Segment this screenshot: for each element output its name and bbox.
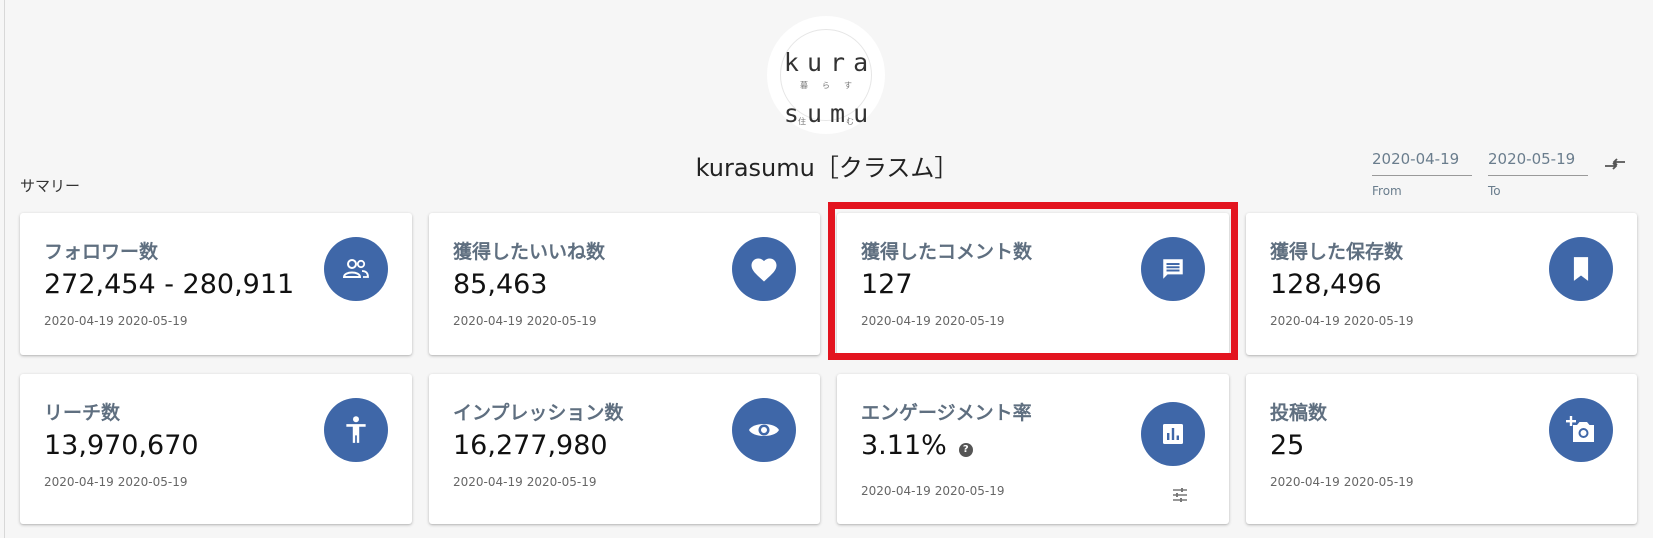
card-date-to: 2020-05-19 xyxy=(117,475,188,489)
posts-card[interactable]: 投稿数 25 2020-04-19 2020-05-19 xyxy=(1246,374,1637,524)
card-title: インプレッション数 xyxy=(453,402,624,424)
logo-char: a xyxy=(853,48,877,77)
logo-row-kurasu-kana: 暮 ら す xyxy=(767,80,885,91)
card-date-range: 2020-04-19 2020-05-19 xyxy=(453,314,597,328)
card-date-from: 2020-04-19 xyxy=(453,314,523,328)
saves-card[interactable]: 獲得した保存数 128,496 2020-04-19 2020-05-19 xyxy=(1246,213,1637,355)
date-to-label: To xyxy=(1488,184,1501,198)
accessibility-icon xyxy=(324,398,388,462)
logo-char: 暮 xyxy=(800,81,808,90)
card-date-range: 2020-04-19 2020-05-19 xyxy=(861,484,1005,498)
card-value: 3.11%? xyxy=(861,430,973,461)
card-date-from: 2020-04-19 xyxy=(44,314,114,328)
card-date-to: 2020-05-19 xyxy=(526,475,597,489)
card-date-range: 2020-04-19 2020-05-19 xyxy=(1270,314,1414,328)
logo-char: ら xyxy=(822,81,830,90)
bar-chart-icon xyxy=(1141,402,1205,466)
card-date-to: 2020-05-19 xyxy=(526,314,597,328)
date-from-field[interactable]: 2020-04-19 From xyxy=(1372,150,1472,198)
card-value-text: 3.11% xyxy=(861,430,947,461)
reach-card[interactable]: リーチ数 13,970,670 2020-04-19 2020-05-19 xyxy=(20,374,412,524)
heart-icon xyxy=(732,237,796,301)
card-title: 獲得した保存数 xyxy=(1270,241,1404,263)
help-icon[interactable]: ? xyxy=(958,443,973,457)
card-date-to: 2020-05-19 xyxy=(934,484,1005,498)
card-value: 127 xyxy=(861,269,913,300)
card-date-to: 2020-05-19 xyxy=(934,314,1005,328)
card-date-to: 2020-05-19 xyxy=(117,314,188,328)
logo-char: 住 xyxy=(798,117,806,126)
card-date-range: 2020-04-19 2020-05-19 xyxy=(453,475,597,489)
logo-char: r xyxy=(830,48,854,77)
comment-icon xyxy=(1141,237,1205,301)
logo-row-kura: k u r a xyxy=(767,48,885,77)
logo-char: u xyxy=(806,48,830,77)
date-from-input[interactable]: 2020-04-19 xyxy=(1372,150,1472,176)
card-date-range: 2020-04-19 2020-05-19 xyxy=(44,475,188,489)
impressions-card[interactable]: インプレッション数 16,277,980 2020-04-19 2020-05-1… xyxy=(429,374,820,524)
card-value: 16,277,980 xyxy=(453,430,608,461)
left-border xyxy=(4,0,5,538)
card-date-from: 2020-04-19 xyxy=(861,484,931,498)
card-date-to: 2020-05-19 xyxy=(1343,314,1414,328)
card-date-range: 2020-04-19 2020-05-19 xyxy=(861,314,1005,328)
add-photo-icon xyxy=(1549,398,1613,462)
people-icon xyxy=(324,237,388,301)
card-date-range: 2020-04-19 2020-05-19 xyxy=(1270,475,1414,489)
card-title: エンゲージメント率 xyxy=(861,402,1032,424)
card-value: 128,496 xyxy=(1270,269,1382,300)
bookmark-icon xyxy=(1549,237,1613,301)
card-value: 85,463 xyxy=(453,269,548,300)
profile-logo: k u r a 暮 ら す s u m u 住 む xyxy=(767,16,885,134)
card-date-from: 2020-04-19 xyxy=(453,475,523,489)
date-to-input[interactable]: 2020-05-19 xyxy=(1488,150,1588,176)
date-to-field[interactable]: 2020-05-19 To xyxy=(1488,150,1588,198)
logo-char: す xyxy=(844,81,852,90)
card-title: フォロワー数 xyxy=(44,241,159,263)
compare-arrows-icon[interactable] xyxy=(1601,152,1629,176)
card-value: 272,454 - 280,911 xyxy=(44,269,295,300)
card-title: リーチ数 xyxy=(44,402,121,424)
card-date-to: 2020-05-19 xyxy=(1343,475,1414,489)
card-value: 25 xyxy=(1270,430,1305,461)
engagement-rate-card[interactable]: エンゲージメント率 3.11%? 2020-04-19 2020-05-19 xyxy=(837,374,1229,524)
card-date-from: 2020-04-19 xyxy=(861,314,931,328)
account-name: kurasumu［クラスム］ xyxy=(695,154,959,182)
tune-icon[interactable] xyxy=(1171,486,1189,504)
card-date-from: 2020-04-19 xyxy=(1270,314,1340,328)
card-title: 獲得したコメント数 xyxy=(861,241,1033,263)
summary-title: サマリー xyxy=(20,177,81,195)
card-title: 投稿数 xyxy=(1270,402,1328,424)
card-date-from: 2020-04-19 xyxy=(1270,475,1340,489)
card-date-from: 2020-04-19 xyxy=(44,475,114,489)
followers-card[interactable]: フォロワー数 272,454 - 280,911 2020-04-19 2020-… xyxy=(20,213,412,355)
date-from-label: From xyxy=(1372,184,1402,198)
comments-card[interactable]: 獲得したコメント数 127 2020-04-19 2020-05-19 xyxy=(837,213,1229,355)
card-date-range: 2020-04-19 2020-05-19 xyxy=(44,314,188,328)
logo-char: k xyxy=(783,48,807,77)
likes-card[interactable]: 獲得したいいね数 85,463 2020-04-19 2020-05-19 xyxy=(429,213,820,355)
logo-row-sumu-kana: 住 む xyxy=(767,116,885,127)
logo-char: む xyxy=(846,117,854,126)
card-title: 獲得したいいね数 xyxy=(453,241,606,263)
card-value: 13,970,670 xyxy=(44,430,199,461)
eye-icon xyxy=(732,398,796,462)
